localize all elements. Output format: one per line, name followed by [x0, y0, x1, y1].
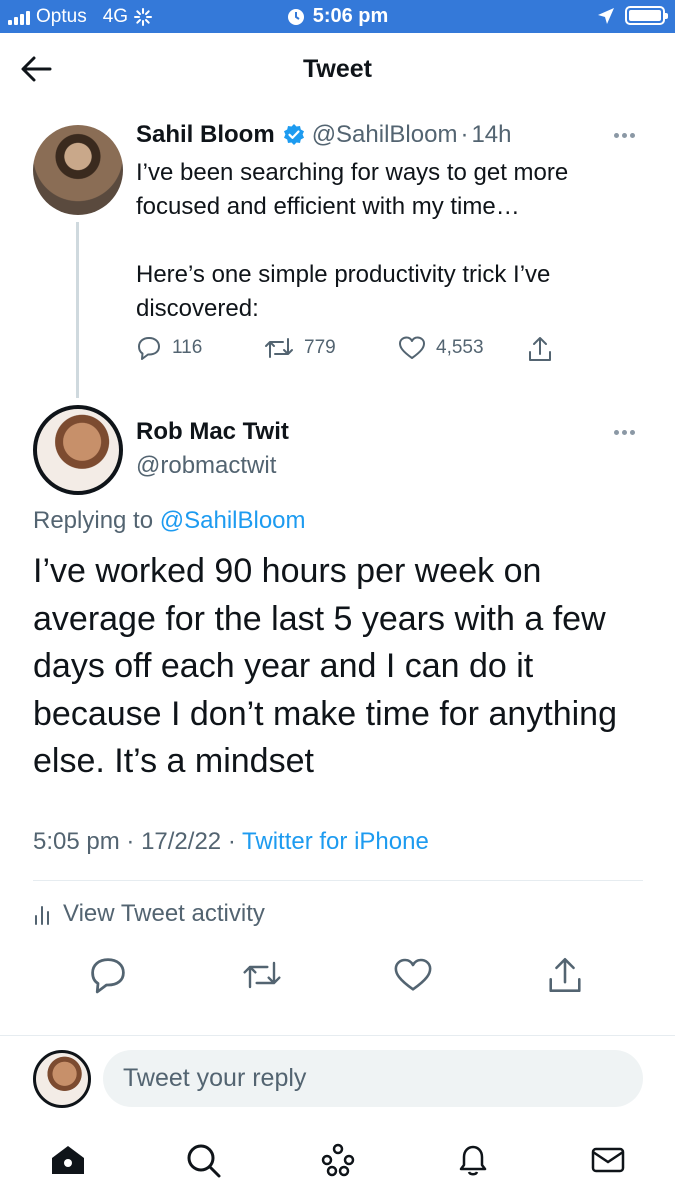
retweet-button[interactable] [242, 955, 282, 995]
more-dots-icon [614, 133, 619, 138]
more-options-button[interactable] [614, 133, 644, 143]
retweet-icon [265, 338, 293, 358]
parent-tweet-header: Sahil Bloom @SahilBloom · 14h [136, 121, 512, 149]
heart-icon [399, 336, 425, 359]
separator: · [126, 828, 135, 855]
messages-icon [591, 1147, 625, 1173]
retweet-button[interactable]: 779 [264, 335, 336, 361]
nav-home[interactable] [48, 1140, 88, 1180]
like-button[interactable]: 4,553 [398, 335, 484, 361]
share-button[interactable] [545, 955, 585, 995]
status-bar: Optus 4G 5:06 pm [0, 0, 675, 33]
divider [0, 1035, 675, 1036]
reply-icon [138, 337, 160, 360]
view-tweet-activity-button[interactable]: View Tweet activity [33, 900, 265, 928]
alarm-icon [287, 8, 304, 25]
battery-icon [625, 6, 668, 25]
nav-notifications[interactable] [453, 1140, 493, 1180]
retweet-icon [243, 961, 281, 989]
heart-icon [394, 958, 432, 991]
location-icon [598, 7, 614, 24]
spaces-icon [321, 1143, 355, 1177]
parent-tweet-text[interactable]: I’ve been searching for ways to get more… [136, 156, 636, 326]
more-options-button[interactable] [614, 430, 644, 440]
reply-icon [91, 958, 125, 994]
search-icon [187, 1144, 221, 1178]
share-button[interactable] [526, 335, 554, 363]
nav-spaces[interactable] [318, 1140, 358, 1180]
separator: · [460, 121, 469, 148]
author-name[interactable]: Rob Mac Twit [136, 418, 289, 446]
top-header: Tweet [0, 33, 675, 105]
clock-time: 5:06 pm [312, 5, 389, 27]
analytics-icon [35, 906, 49, 925]
like-count: 4,553 [436, 337, 484, 358]
tweet-age: 14h [471, 121, 512, 148]
home-icon [52, 1146, 84, 1174]
reply-count: 116 [172, 337, 203, 358]
replying-prefix: Replying to [33, 507, 154, 534]
nav-messages[interactable] [588, 1140, 628, 1180]
tweet-date: 17/2/22 [141, 828, 222, 855]
replying-to: Replying to @SahilBloom [33, 507, 306, 535]
tweet-paragraph: Here’s one simple productivity trick I’v… [136, 261, 551, 322]
author-handle[interactable]: @SahilBloom [312, 121, 458, 149]
avatar[interactable] [33, 1050, 91, 1108]
nav-search[interactable] [183, 1140, 223, 1180]
replying-to-link[interactable]: @SahilBloom [160, 507, 306, 534]
reply-button[interactable] [88, 955, 128, 995]
avatar[interactable] [33, 125, 123, 215]
share-icon [549, 958, 581, 992]
thread-connector [76, 222, 79, 398]
verified-badge-icon [283, 124, 304, 145]
tweet-source-link[interactable]: Twitter for iPhone [242, 828, 429, 855]
activity-label: View Tweet activity [63, 900, 265, 927]
reply-button[interactable]: 116 [136, 335, 202, 361]
author-handle[interactable]: @robmactwit [136, 452, 276, 480]
avatar[interactable] [33, 405, 123, 495]
tweet-paragraph: I’ve been searching for ways to get more… [136, 159, 569, 220]
share-icon [529, 337, 551, 361]
more-dots-icon [614, 430, 619, 435]
page-title: Tweet [303, 55, 372, 83]
reply-input[interactable] [103, 1050, 643, 1107]
divider [33, 880, 643, 881]
tweet-time: 5:05 pm [33, 828, 120, 855]
main-tweet-text: I’ve worked 90 hours per week on average… [33, 552, 617, 780]
like-button[interactable] [393, 955, 433, 995]
retweet-count: 779 [304, 337, 336, 358]
author-name[interactable]: Sahil Bloom [136, 121, 275, 149]
separator: · [227, 828, 236, 855]
notifications-icon [459, 1145, 487, 1176]
tweet-meta: 5:05 pm · 17/2/22 · Twitter for iPhone [33, 828, 429, 856]
